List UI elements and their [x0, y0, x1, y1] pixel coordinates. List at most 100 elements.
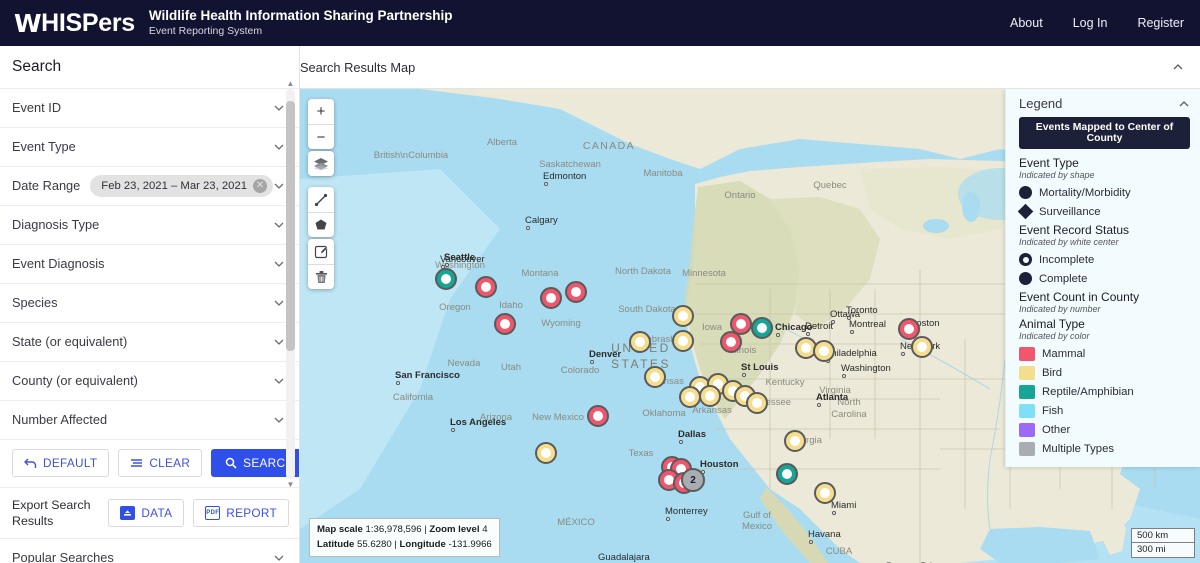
- scroll-up-arrow[interactable]: ▲: [286, 78, 295, 89]
- legend-header[interactable]: Legend: [1019, 96, 1190, 111]
- chevron-down-icon: [273, 258, 285, 270]
- map-scale-line: Map scale 1:36,978,596 | Zoom level 4: [317, 524, 488, 536]
- legend-groups: Event Type Indicated by shape Mortality/Mo…: [1017, 156, 1190, 458]
- map-city-dot: [831, 320, 835, 324]
- brand-logo[interactable]: W HISPers Wildlife Health Information Sha…: [0, 8, 453, 38]
- trash-icon: [315, 271, 327, 283]
- map-marker[interactable]: [814, 482, 836, 504]
- legend-item-label: Bird: [1042, 366, 1063, 379]
- latitude-value: 55.6280: [356, 538, 392, 550]
- map-marker[interactable]: [784, 430, 806, 452]
- ring-icon: [1019, 253, 1032, 266]
- color-swatch: [1019, 365, 1035, 380]
- date-range-chip[interactable]: Feb 23, 2021 – Mar 23, 2021 ✕: [90, 175, 274, 197]
- map-region-label: Mexico: [741, 521, 773, 532]
- basemap-layers-button[interactable]: [308, 151, 334, 176]
- measure-controls: [308, 187, 334, 237]
- scroll-down-arrow[interactable]: ▼: [286, 479, 295, 490]
- map-city-label: Calgary: [525, 215, 558, 226]
- map-marker[interactable]: [587, 405, 609, 427]
- draw-edit-button[interactable]: [308, 239, 334, 264]
- sidebar-scrollbar-thumb[interactable]: [286, 101, 295, 351]
- map-city-label: Edmonton: [543, 171, 587, 182]
- chevron-up-icon[interactable]: [1178, 98, 1190, 110]
- map-marker[interactable]: [629, 331, 651, 353]
- legend-item-label: Mortality/Morbidity: [1039, 186, 1131, 199]
- filter-county-or-equivalent[interactable]: County (or equivalent): [0, 362, 299, 401]
- map-marker[interactable]: [776, 463, 798, 485]
- map-city-label: Monterrey: [665, 506, 708, 517]
- legend-item: Multiple Types: [1019, 439, 1190, 458]
- measure-area-button[interactable]: [308, 212, 334, 237]
- legend-group-title: Animal Type: [1019, 317, 1085, 331]
- chevron-down-icon: [273, 297, 285, 309]
- brand-tagline: Wildlife Health Information Sharing Part…: [149, 8, 453, 38]
- filter-event-id[interactable]: Event ID: [0, 89, 299, 128]
- map-marker[interactable]: [435, 268, 457, 290]
- nav-about[interactable]: About: [1010, 16, 1043, 30]
- map-marker-center: [705, 391, 715, 401]
- map-city-label: Houston: [700, 459, 739, 470]
- chevron-up-icon[interactable]: [1172, 61, 1184, 73]
- close-icon[interactable]: ✕: [253, 179, 268, 193]
- zoom-out-button[interactable]: −: [308, 124, 334, 149]
- filter-event-type[interactable]: Event Type: [0, 128, 299, 167]
- filter-diagnosis-type[interactable]: Diagnosis Type: [0, 206, 299, 245]
- map-region-label: Wyoming: [541, 318, 581, 329]
- filter-date-range[interactable]: Date Range Feb 23, 2021 – Mar 23, 2021 ✕: [0, 167, 299, 206]
- filter-species[interactable]: Species: [0, 284, 299, 323]
- map-scalebars: 500 km 300 mi: [1131, 528, 1195, 558]
- nav-links: About Log In Register: [1010, 0, 1184, 46]
- zoom-in-button[interactable]: +: [308, 99, 334, 124]
- filter-state-or-equivalent[interactable]: State (or equivalent): [0, 323, 299, 362]
- export-report-button[interactable]: PDF REPORT: [193, 499, 289, 528]
- filter-event-diagnosis[interactable]: Event Diagnosis: [0, 245, 299, 284]
- filter-number-affected[interactable]: Number Affected: [0, 401, 299, 440]
- map-marker[interactable]: [475, 276, 497, 298]
- clear-button[interactable]: CLEAR: [118, 449, 203, 477]
- map-marker[interactable]: [494, 313, 516, 335]
- map-marker[interactable]: [644, 366, 666, 388]
- map-marker[interactable]: [672, 305, 694, 327]
- map-marker-center: [678, 336, 688, 346]
- map-region-label: South Dakota: [618, 304, 676, 315]
- measure-line-button[interactable]: [308, 187, 334, 212]
- map-marker[interactable]: [911, 336, 933, 358]
- chevron-down-icon: [273, 552, 285, 563]
- search-results-map[interactable]: CANADA British\nColumbia Alberta Saskatchew…: [300, 89, 1200, 563]
- map-marker[interactable]: [746, 392, 768, 414]
- map-marker[interactable]: [679, 386, 701, 408]
- map-marker[interactable]: [813, 340, 835, 362]
- logo-w-glyph: W: [14, 8, 42, 38]
- map-marker[interactable]: [535, 442, 557, 464]
- circle-icon: [1019, 186, 1032, 199]
- default-button[interactable]: DEFAULT: [12, 449, 110, 477]
- map-marker-cluster[interactable]: 2: [681, 468, 705, 492]
- map-city-dot: [776, 333, 780, 337]
- map-city-dot: [544, 182, 548, 186]
- filter-label: Event ID: [12, 99, 62, 115]
- map-marker[interactable]: [720, 331, 742, 353]
- zoom-level-value: 4: [482, 524, 488, 536]
- map-region-label: New Mexico: [532, 412, 584, 423]
- map-region-label: Carolina: [831, 409, 867, 420]
- filter-popular-searches[interactable]: Popular Searches: [0, 539, 299, 563]
- nav-register[interactable]: Register: [1137, 16, 1184, 30]
- sidebar-scrollbar[interactable]: ▲ ▼: [286, 79, 295, 489]
- map-marker[interactable]: [565, 281, 587, 303]
- map-marker[interactable]: [699, 385, 721, 407]
- nav-login[interactable]: Log In: [1073, 16, 1108, 30]
- map-region-label: Alberta: [486, 137, 518, 148]
- map-panel-title: Search Results Map: [300, 59, 416, 75]
- map-marker[interactable]: [751, 317, 773, 339]
- delete-button[interactable]: [308, 264, 334, 289]
- legend-item: Mortality/Morbidity: [1019, 183, 1190, 202]
- map-region-label: Gulf of: [743, 510, 771, 521]
- legend-title: Legend: [1019, 96, 1063, 111]
- zoom-level-label: Zoom level: [429, 524, 480, 536]
- polygon-icon: [315, 219, 327, 230]
- map-marker[interactable]: [672, 330, 694, 352]
- map-marker[interactable]: [540, 287, 562, 309]
- export-data-button[interactable]: DATA: [108, 499, 185, 528]
- chevron-down-icon: [273, 336, 285, 348]
